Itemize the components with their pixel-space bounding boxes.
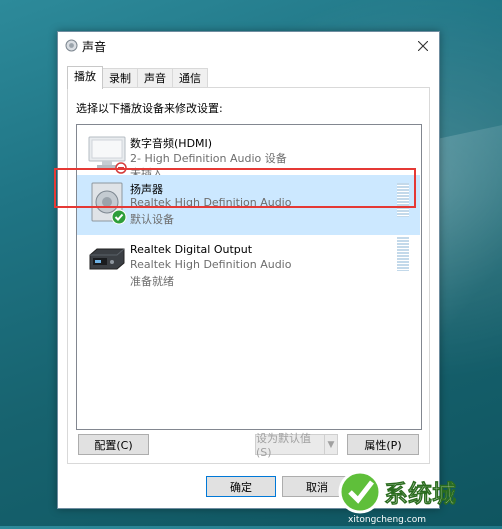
set-default-button[interactable]: 设为默认值(S) xyxy=(255,432,325,459)
close-button[interactable] xyxy=(407,32,439,60)
tab-recording[interactable]: 录制 xyxy=(102,68,138,89)
watermark-graphic: 系统城 xitongcheng.com xyxy=(338,470,456,525)
tab-communications[interactable]: 通信 xyxy=(172,68,208,89)
title-bar: 声音 xyxy=(58,32,439,60)
device-name: Realtek Digital Output xyxy=(130,243,253,256)
highlight-box xyxy=(54,168,416,208)
watermark-text: 系统城 xyxy=(384,480,456,508)
volume-meter xyxy=(397,237,409,271)
ok-button[interactable]: 确定 xyxy=(206,476,276,497)
chevron-down-icon: ▼ xyxy=(327,439,335,450)
digital-output-icon xyxy=(89,248,125,270)
configure-button[interactable]: 配置(C) xyxy=(78,434,149,455)
tab-playback[interactable]: 播放 xyxy=(67,66,103,89)
tab-strip: 播放 录制 声音 通信 xyxy=(67,66,208,89)
properties-button[interactable]: 属性(P) xyxy=(347,434,419,455)
set-default-dropdown[interactable]: ▼ xyxy=(324,434,338,455)
sound-dialog: 声音 播放 录制 声音 通信 选择以下播放设备来修改设置: 数字音频(HDMI)… xyxy=(57,31,440,509)
device-driver: 2- High Definition Audio 设备 xyxy=(130,152,287,165)
device-driver: Realtek High Definition Audio xyxy=(130,258,292,271)
device-status: 默认设备 xyxy=(130,213,174,226)
device-status: 准备就绪 xyxy=(130,275,174,288)
playback-panel: 选择以下播放设备来修改设置: 数字音频(HDMI) 2- High Defini… xyxy=(67,87,430,464)
instruction-text: 选择以下播放设备来修改设置: xyxy=(76,102,223,115)
device-name: 数字音频(HDMI) xyxy=(130,137,213,150)
speaker-app-icon xyxy=(65,39,78,52)
watermark-url: xitongcheng.com xyxy=(348,515,426,525)
device-item-digital-output[interactable]: Realtek Digital Output Realtek High Defi… xyxy=(77,235,420,299)
watermark-logo: 系统城 xitongcheng.com xyxy=(330,462,502,526)
window-title: 声音 xyxy=(82,40,107,54)
close-icon xyxy=(418,41,428,51)
tab-sounds[interactable]: 声音 xyxy=(137,68,173,89)
